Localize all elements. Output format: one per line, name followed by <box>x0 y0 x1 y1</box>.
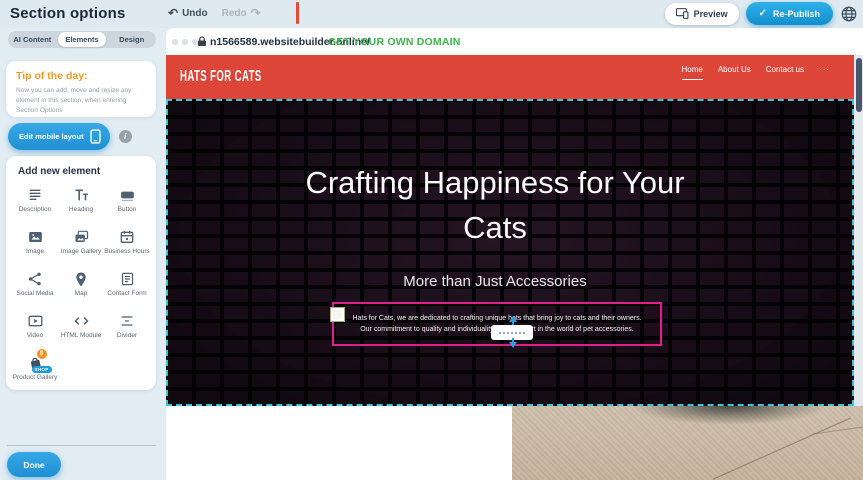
mobile-layout-row: Edit mobile layout i <box>8 123 132 150</box>
devices-icon <box>676 8 689 19</box>
tip-heading: Tip of the day: <box>16 70 146 82</box>
edit-mobile-layout-label: Edit mobile layout <box>19 132 84 141</box>
element-business-hours[interactable]: Business Hours <box>104 225 150 263</box>
video-icon <box>27 312 44 330</box>
business-hours-icon <box>119 228 135 246</box>
phone-icon <box>90 129 101 144</box>
image-gallery-icon <box>73 228 90 246</box>
redo-label: Redo <box>222 8 247 19</box>
get-domain-link[interactable]: GET YOUR OWN DOMAIN <box>328 36 461 48</box>
element-button[interactable]: Button <box>104 183 150 221</box>
hero-subheading[interactable]: More than Just Accessories <box>168 273 822 290</box>
element-image[interactable]: Image <box>12 225 58 263</box>
app-window: Section options ↶ Undo Redo ↷ Preview ✓ … <box>0 0 863 480</box>
redo-icon: ↷ <box>251 7 261 19</box>
check-icon: ✓ <box>759 8 767 19</box>
undo-icon: ↶ <box>168 7 178 19</box>
map-pin-icon <box>74 270 88 288</box>
site-header: HATS FOR CATS Home About Us Contact us ·… <box>166 55 854 99</box>
element-grid: Description Heading Button <box>12 183 150 389</box>
element-social-media[interactable]: Social Media <box>12 267 58 305</box>
preview-button[interactable]: Preview <box>665 3 739 25</box>
hero-content: Crafting Happiness for Your Cats More th… <box>168 101 822 404</box>
red-indicator <box>296 2 299 24</box>
nav-more-icon[interactable]: ··· <box>819 65 830 74</box>
tip-of-the-day-card: Tip of the day: Now you can add, move an… <box>6 61 156 117</box>
paid-feature-badge: $ <box>37 349 47 359</box>
heading-icon <box>73 186 90 204</box>
grip-dots <box>499 332 525 334</box>
element-contact-form[interactable]: Contact Form <box>104 267 150 305</box>
preview-label: Preview <box>694 9 728 19</box>
element-image-gallery[interactable]: Image Gallery <box>58 225 104 263</box>
done-button[interactable]: Done <box>7 452 61 477</box>
next-section-left <box>166 406 512 480</box>
section-resize-handle[interactable] <box>491 315 533 349</box>
site-preview: n1566589.websitebuilder.online/ GET YOUR… <box>166 28 863 480</box>
hero-heading[interactable]: Crafting Happiness for Your Cats <box>168 161 822 251</box>
scrollbar-thumb[interactable] <box>856 58 862 112</box>
next-section-background-image <box>512 406 863 480</box>
site-logo[interactable]: HATS FOR CATS <box>180 67 262 85</box>
concrete-seam <box>713 418 850 480</box>
add-element-heading: Add new element <box>12 166 150 177</box>
shop-badge: SHOP <box>32 366 52 373</box>
resize-arrow-down-icon <box>509 342 517 348</box>
edit-mobile-layout-button[interactable]: Edit mobile layout <box>8 123 110 150</box>
nav-contact-us[interactable]: Contact us <box>766 65 804 79</box>
tab-elements[interactable]: Elements <box>58 32 107 47</box>
tab-design[interactable]: Design <box>107 31 156 48</box>
element-html-module[interactable]: HTML Module <box>58 309 104 347</box>
code-icon <box>73 312 90 330</box>
republish-button[interactable]: ✓ Re-Publish <box>746 2 833 25</box>
undo-label: Undo <box>182 8 208 19</box>
add-element-panel: Add new element Description Heading <box>6 156 156 390</box>
nav-about-us[interactable]: About Us <box>718 65 751 79</box>
image-icon <box>27 228 44 246</box>
product-gallery-icon: SHOP $ <box>28 354 43 372</box>
hero-section-selected[interactable]: Crafting Happiness for Your Cats More th… <box>166 99 854 406</box>
history-controls: ↶ Undo Redo ↷ <box>168 7 261 19</box>
element-video[interactable]: Video <box>12 309 58 347</box>
nav-home[interactable]: Home <box>682 65 703 80</box>
topbar-right-controls: Preview ✓ Re-Publish <box>665 2 858 25</box>
element-description[interactable]: Description <box>12 183 58 221</box>
redo-button[interactable]: Redo ↷ <box>222 7 261 19</box>
editor-topbar: Section options ↶ Undo Redo ↷ Preview ✓ … <box>0 0 863 28</box>
preview-scrollbar[interactable] <box>854 55 863 406</box>
social-media-icon <box>27 270 43 288</box>
description-icon <box>27 186 43 204</box>
language-globe-icon[interactable] <box>840 5 858 23</box>
info-icon[interactable]: i <box>119 130 132 143</box>
tab-ai-content[interactable]: AI Content <box>8 31 57 48</box>
browser-bar: n1566589.websitebuilder.online/ GET YOUR… <box>166 28 863 55</box>
button-icon <box>119 186 136 204</box>
lock-icon <box>197 36 207 47</box>
sidebar-divider <box>7 445 156 446</box>
panel-tabs: AI Content Elements Design <box>8 31 156 48</box>
element-product-gallery[interactable]: SHOP $ Product Gallery <box>12 351 58 389</box>
section-options-sidebar: AI Content Elements Design Tip of the da… <box>0 28 166 480</box>
element-drag-handle[interactable] <box>331 308 344 321</box>
contact-form-icon <box>120 270 135 288</box>
undo-button[interactable]: ↶ Undo <box>168 7 208 19</box>
window-control-dots <box>172 39 198 45</box>
tip-body: Now you can add, move and resize any ele… <box>16 86 146 116</box>
divider-icon <box>119 312 135 330</box>
page-title: Section options <box>10 5 126 22</box>
element-heading[interactable]: Heading <box>58 183 104 221</box>
element-map[interactable]: Map <box>58 267 104 305</box>
element-divider[interactable]: Divider <box>104 309 150 347</box>
site-nav: Home About Us Contact us ··· <box>682 65 831 80</box>
republish-label: Re-Publish <box>773 9 820 19</box>
